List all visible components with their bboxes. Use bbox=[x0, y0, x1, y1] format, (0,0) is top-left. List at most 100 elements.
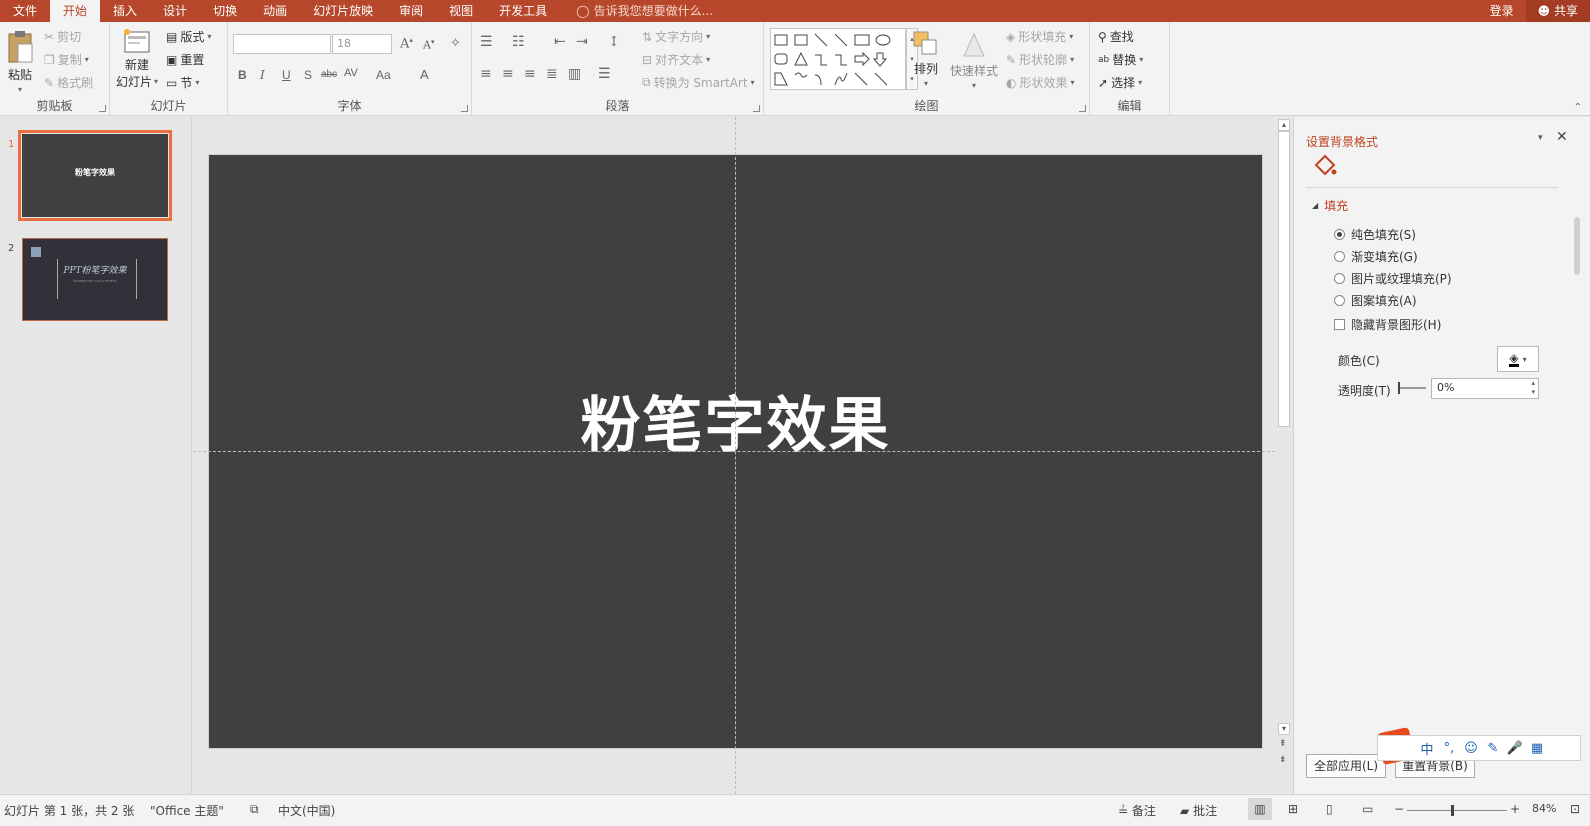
bold-button[interactable]: B bbox=[238, 68, 247, 82]
new-slide-button[interactable]: 新建 幻灯片 ▾ bbox=[116, 28, 158, 90]
underline-button[interactable]: U bbox=[282, 68, 291, 82]
grid-menu-icon[interactable]: ▦ bbox=[1526, 741, 1548, 756]
shadow-button[interactable]: S bbox=[304, 68, 312, 82]
arrange-button[interactable]: 排列 ▾ bbox=[912, 30, 940, 88]
scroll-down-icon[interactable]: ▾ bbox=[1278, 723, 1290, 735]
clear-format-button[interactable]: ✧ bbox=[450, 36, 461, 51]
copy-button[interactable]: ❐ 复制 ▾ bbox=[44, 51, 89, 68]
font-color-button[interactable]: A bbox=[420, 67, 429, 82]
slider-thumb[interactable] bbox=[1398, 382, 1400, 394]
tab-insert[interactable]: 插入 bbox=[100, 0, 150, 22]
decrease-indent-button[interactable]: ⇤ bbox=[554, 34, 566, 50]
line-spacing-button[interactable]: ↕ bbox=[608, 34, 620, 50]
apply-all-button[interactable]: 全部应用(L) bbox=[1306, 754, 1386, 778]
quick-styles-button[interactable]: 快速样式 ▾ bbox=[950, 30, 998, 90]
layout-button[interactable]: ▤ 版式 ▾ bbox=[166, 28, 211, 45]
collapse-ribbon-icon[interactable]: ⌃ bbox=[1574, 102, 1582, 113]
dialog-launcher-icon[interactable] bbox=[99, 105, 106, 112]
handwriting-icon[interactable]: ✎ bbox=[1482, 741, 1504, 756]
numbering-button[interactable]: ☷ bbox=[512, 34, 525, 50]
pane-options-chevron-icon[interactable]: ▾ bbox=[1538, 133, 1543, 143]
pattern-fill-radio[interactable]: 图案填充(A) bbox=[1334, 292, 1417, 309]
reading-view-icon[interactable]: ▯ bbox=[1326, 802, 1333, 816]
zoom-level[interactable]: 84% bbox=[1532, 802, 1556, 815]
font-name-box[interactable] bbox=[233, 34, 331, 54]
zoom-slider-thumb[interactable] bbox=[1451, 805, 1454, 816]
pane-scrollbar[interactable] bbox=[1574, 217, 1580, 275]
tab-slideshow[interactable]: 幻灯片放映 bbox=[300, 0, 386, 22]
dialog-launcher-icon[interactable] bbox=[753, 105, 760, 112]
italic-button[interactable]: I bbox=[260, 68, 265, 82]
format-painter-button[interactable]: ✎ 格式刷 bbox=[44, 74, 93, 91]
microphone-icon[interactable]: 🎤 bbox=[1504, 741, 1526, 756]
increase-indent-button[interactable]: ⇥ bbox=[576, 34, 588, 50]
close-icon[interactable]: ✕ bbox=[1556, 129, 1568, 145]
text-direction-button[interactable]: ⇅ 文字方向 ▾ bbox=[642, 28, 710, 45]
font-size-box[interactable]: 18 bbox=[332, 34, 392, 54]
tell-me-box[interactable]: ◯ 告诉我您想要做什么... bbox=[560, 0, 713, 22]
justify-button[interactable]: ≣ bbox=[546, 66, 558, 82]
ime-lang-toggle[interactable]: 中 bbox=[1416, 739, 1438, 758]
change-case-button[interactable]: Aa bbox=[376, 68, 391, 82]
shape-fill-button[interactable]: ◈ 形状填充 ▾ bbox=[1006, 28, 1073, 45]
reset-button[interactable]: ▣ 重置 bbox=[166, 51, 204, 68]
next-slide-icon[interactable]: ⇟ bbox=[1279, 755, 1287, 765]
smartart-button[interactable]: ⧉ 转换为 SmartArt ▾ bbox=[642, 74, 755, 91]
strikethrough-button[interactable]: abc bbox=[321, 69, 337, 80]
normal-view-icon[interactable]: ▥ bbox=[1248, 798, 1272, 820]
slide-thumbnail-1[interactable]: 粉笔字效果 bbox=[18, 130, 172, 221]
dialog-launcher-icon[interactable] bbox=[1079, 105, 1086, 112]
zoom-in-icon[interactable]: + bbox=[1510, 802, 1520, 816]
shape-outline-button[interactable]: ✎ 形状轮廓 ▾ bbox=[1006, 51, 1074, 68]
picture-fill-radio[interactable]: 图片或纹理填充(P) bbox=[1334, 270, 1452, 287]
fill-category-icon[interactable] bbox=[1312, 151, 1338, 177]
prev-slide-icon[interactable]: ⇞ bbox=[1279, 739, 1287, 749]
signin-link[interactable]: 登录 bbox=[1478, 0, 1526, 22]
solid-fill-radio[interactable]: 纯色填充(S) bbox=[1334, 226, 1416, 243]
notes-button[interactable]: ≟ 备注 bbox=[1118, 802, 1156, 819]
tab-review[interactable]: 审阅 bbox=[386, 0, 436, 22]
horizontal-guide[interactable] bbox=[193, 451, 1275, 452]
slide-sorter-icon[interactable]: ⊞ bbox=[1288, 802, 1298, 816]
dialog-launcher-icon[interactable] bbox=[461, 105, 468, 112]
scroll-up-icon[interactable]: ▴ bbox=[1278, 119, 1290, 131]
spin-buttons-icon[interactable]: ▴ ▾ bbox=[1531, 379, 1535, 397]
replace-button[interactable]: ab 替换 ▾ bbox=[1098, 51, 1143, 68]
align-text-button[interactable]: ⊟ 对齐文本 ▾ bbox=[642, 51, 710, 68]
align-center-button[interactable]: ≡ bbox=[502, 66, 514, 82]
align-right-button[interactable]: ≡ bbox=[524, 66, 536, 82]
shape-effects-button[interactable]: ◐ 形状效果 ▾ bbox=[1006, 74, 1075, 91]
language-text[interactable]: 中文(中国) bbox=[278, 802, 335, 819]
slideshow-icon[interactable]: ▭ bbox=[1362, 802, 1373, 816]
fill-section-header[interactable]: ◢ 填充 bbox=[1312, 197, 1348, 214]
shapes-gallery[interactable] bbox=[770, 28, 906, 90]
col-format-button[interactable]: ☰ bbox=[598, 66, 611, 82]
columns-button[interactable]: ▥ bbox=[568, 66, 581, 82]
accessibility-icon[interactable]: ⧉ bbox=[250, 802, 259, 817]
tab-transitions[interactable]: 切换 bbox=[200, 0, 250, 22]
tab-home[interactable]: 开始 bbox=[50, 0, 101, 22]
transparency-slider[interactable] bbox=[1398, 382, 1426, 394]
comments-button[interactable]: ▰ 批注 bbox=[1180, 802, 1217, 819]
tab-design[interactable]: 设计 bbox=[150, 0, 200, 22]
punctuation-icon[interactable]: °, bbox=[1438, 741, 1460, 756]
hide-background-checkbox[interactable]: 隐藏背景图形(H) bbox=[1334, 316, 1441, 333]
emoji-icon[interactable]: ☺ bbox=[1460, 741, 1482, 756]
fit-to-window-icon[interactable]: ⊡ bbox=[1570, 802, 1580, 816]
tab-file[interactable]: 文件 bbox=[0, 0, 50, 22]
char-spacing-button[interactable]: AV bbox=[344, 67, 358, 79]
scroll-thumb[interactable] bbox=[1278, 131, 1290, 427]
find-button[interactable]: ⚲ 查找 bbox=[1098, 28, 1134, 45]
gradient-fill-radio[interactable]: 渐变填充(G) bbox=[1334, 248, 1418, 265]
color-picker-button[interactable]: ◈ ▾ bbox=[1497, 346, 1539, 372]
slide-thumbnail-2[interactable]: PPT粉笔字效果 POWERPOINT CHALK EFFECT bbox=[22, 238, 168, 321]
cut-button[interactable]: ✂ 剪切 bbox=[44, 28, 81, 45]
tab-animations[interactable]: 动画 bbox=[250, 0, 300, 22]
tab-view[interactable]: 视图 bbox=[436, 0, 486, 22]
transparency-input[interactable]: 0% ▴ ▾ bbox=[1431, 378, 1539, 399]
vertical-guide[interactable] bbox=[735, 117, 736, 794]
zoom-out-icon[interactable]: − bbox=[1394, 802, 1404, 816]
paste-button[interactable]: 粘贴 ▾ bbox=[6, 30, 34, 94]
share-button[interactable]: ☻ 共享 bbox=[1525, 0, 1590, 22]
bullets-button[interactable]: ☰ bbox=[480, 34, 493, 50]
